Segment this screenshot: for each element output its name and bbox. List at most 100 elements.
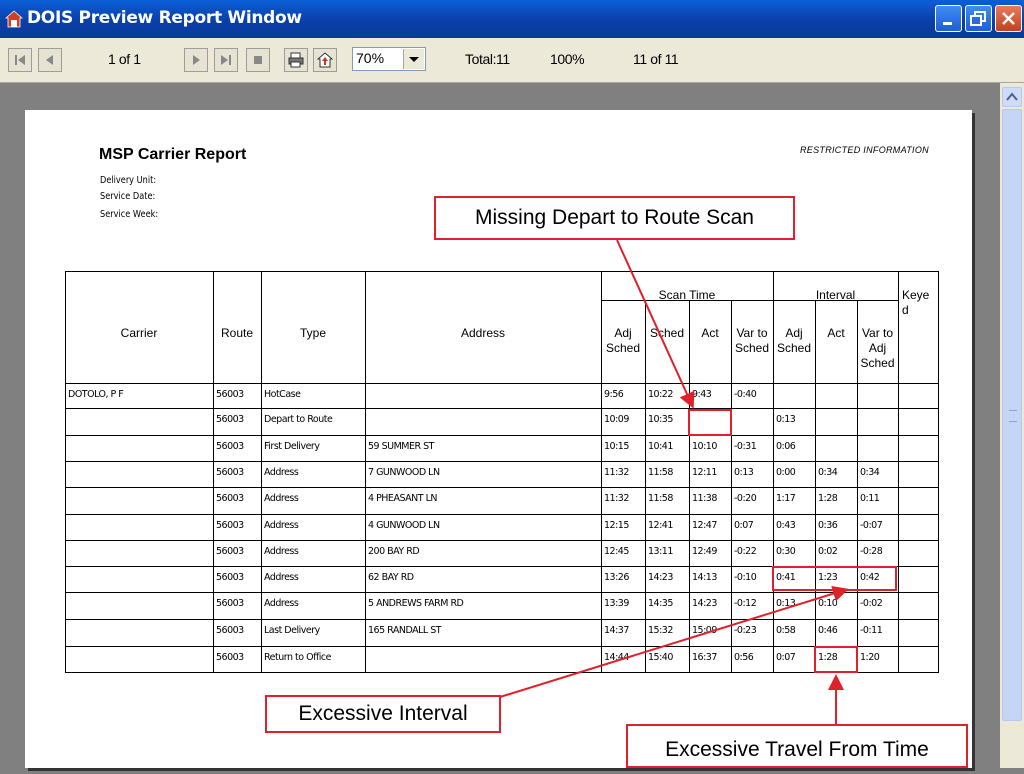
cell-scan-sched: 10:35 bbox=[648, 414, 673, 425]
callout-missing-depart: Missing Depart to Route Scan bbox=[434, 196, 795, 240]
report-title: MSP Carrier Report bbox=[99, 146, 247, 163]
cell-route: 56003 bbox=[216, 414, 244, 425]
close-button[interactable] bbox=[995, 5, 1022, 32]
percent-loaded: 100% bbox=[550, 51, 585, 67]
minimize-icon bbox=[943, 22, 952, 25]
cell-type: Address bbox=[264, 493, 299, 504]
scroll-thumb[interactable] bbox=[1002, 109, 1022, 721]
zoom-value: 70% bbox=[356, 50, 385, 66]
export-button[interactable] bbox=[313, 48, 337, 72]
cell-interval-adj-sched: 0:00 bbox=[776, 467, 796, 478]
minimize-button[interactable] bbox=[935, 5, 962, 32]
cell-carrier: DOTOLO, P F bbox=[68, 389, 124, 400]
cell-route: 56003 bbox=[216, 389, 244, 400]
header-type: Type bbox=[299, 326, 326, 340]
close-icon bbox=[1002, 12, 1015, 25]
cell-address: 4 PHEASANT LN bbox=[368, 493, 437, 504]
excessive-interval-highlight bbox=[772, 566, 897, 591]
page-indicator: 1 of 1 bbox=[108, 51, 141, 67]
cell-interval-var: 0:34 bbox=[860, 467, 880, 478]
cell-scan-adj-sched: 13:26 bbox=[604, 572, 629, 583]
cell-scan-sched: 10:22 bbox=[648, 389, 673, 400]
first-page-button[interactable] bbox=[8, 48, 32, 72]
cell-route: 56003 bbox=[216, 520, 244, 531]
cell-route: 56003 bbox=[216, 467, 244, 478]
zoom-select[interactable]: 70% bbox=[352, 47, 426, 71]
callout-excessive-interval: Excessive Interval bbox=[265, 695, 501, 733]
cell-type: Address bbox=[264, 520, 299, 531]
cell-route: 56003 bbox=[216, 625, 244, 636]
cell-scan-sched: 13:11 bbox=[648, 546, 673, 557]
chevron-down-icon bbox=[409, 57, 419, 62]
scroll-up-button[interactable] bbox=[1002, 87, 1022, 107]
dropdown-button[interactable] bbox=[403, 49, 424, 69]
cell-interval-act: 0:10 bbox=[818, 598, 838, 609]
cell-interval-adj-sched: 0:13 bbox=[776, 414, 796, 425]
cell-scan-sched: 11:58 bbox=[648, 467, 673, 478]
callout-excessive-travel: Excessive Travel From Time bbox=[626, 724, 968, 768]
cell-interval-act: 0:02 bbox=[818, 546, 838, 557]
cell-interval-var: -0:11 bbox=[860, 625, 883, 636]
cell-scan-adj-sched: 13:39 bbox=[604, 598, 629, 609]
next-page-icon bbox=[193, 55, 200, 65]
total-records: Total:11 bbox=[465, 51, 510, 67]
header-interval: Interval bbox=[815, 288, 856, 302]
first-page-icon bbox=[15, 55, 25, 65]
cell-scan-adj-sched: 10:15 bbox=[604, 441, 629, 452]
cell-interval-act: 0:36 bbox=[818, 520, 838, 531]
header-address: Address bbox=[460, 326, 506, 340]
header-interval-act: Act bbox=[827, 326, 845, 340]
cell-type: Address bbox=[264, 572, 299, 583]
cell-interval-var: -0:28 bbox=[860, 546, 883, 557]
restore-icon bbox=[970, 11, 986, 26]
cell-address: 59 SUMMER ST bbox=[368, 441, 434, 452]
service-date-label: Service Date: bbox=[100, 191, 156, 202]
cell-interval-var: 1:20 bbox=[860, 652, 880, 663]
restore-button[interactable] bbox=[965, 5, 992, 32]
cell-interval-adj-sched: 0:13 bbox=[776, 598, 796, 609]
printer-icon bbox=[288, 52, 304, 68]
last-page-button[interactable] bbox=[214, 48, 238, 72]
cell-scan-var: -0:20 bbox=[734, 493, 757, 504]
cell-scan-act: 9:43 bbox=[692, 389, 712, 400]
header-adj-sched: Adj Sched bbox=[605, 326, 641, 355]
delivery-unit-label: Delivery Unit: bbox=[100, 175, 157, 186]
cell-scan-adj-sched: 11:32 bbox=[604, 467, 629, 478]
prev-page-icon bbox=[46, 55, 53, 65]
cell-type: Address bbox=[264, 598, 299, 609]
next-page-button[interactable] bbox=[184, 48, 208, 72]
cell-interval-adj-sched: 0:06 bbox=[776, 441, 796, 452]
cell-scan-adj-sched: 14:44 bbox=[604, 652, 629, 663]
cell-interval-act: 1:28 bbox=[818, 493, 838, 504]
window-title: DOIS Preview Report Window bbox=[27, 8, 302, 28]
export-icon bbox=[317, 52, 333, 68]
stop-icon bbox=[254, 56, 262, 64]
cell-interval-adj-sched: 0:58 bbox=[776, 625, 796, 636]
print-button[interactable] bbox=[284, 48, 308, 72]
cell-address: 62 BAY RD bbox=[368, 572, 414, 583]
cell-scan-adj-sched: 12:45 bbox=[604, 546, 629, 557]
cell-scan-sched: 15:32 bbox=[648, 625, 673, 636]
cell-address: 200 BAY RD bbox=[368, 546, 420, 557]
cell-interval-var: -0:07 bbox=[860, 520, 883, 531]
cell-scan-var: 0:07 bbox=[734, 520, 754, 531]
prev-page-button[interactable] bbox=[38, 48, 62, 72]
vertical-scrollbar[interactable] bbox=[1000, 83, 1024, 768]
stop-button[interactable] bbox=[246, 48, 270, 72]
cell-scan-var: -0:31 bbox=[734, 441, 757, 452]
cell-interval-var: 0:11 bbox=[860, 493, 880, 504]
cell-interval-act: 0:34 bbox=[818, 467, 838, 478]
cell-scan-adj-sched: 11:32 bbox=[604, 493, 629, 504]
cell-scan-var: -0:10 bbox=[734, 572, 757, 583]
header-sched: Sched bbox=[649, 326, 685, 340]
cell-scan-var: -0:23 bbox=[734, 625, 757, 636]
cell-interval-adj-sched: 0:43 bbox=[776, 520, 796, 531]
cell-type: Address bbox=[264, 467, 299, 478]
cell-route: 56003 bbox=[216, 546, 244, 557]
cell-address: 7 GUNWOOD LN bbox=[368, 467, 440, 478]
cell-scan-act: 16:37 bbox=[692, 652, 717, 663]
cell-scan-var: -0:12 bbox=[734, 598, 757, 609]
header-keyed: Keye d bbox=[902, 288, 930, 317]
cell-route: 56003 bbox=[216, 598, 244, 609]
app-icon bbox=[5, 10, 23, 28]
